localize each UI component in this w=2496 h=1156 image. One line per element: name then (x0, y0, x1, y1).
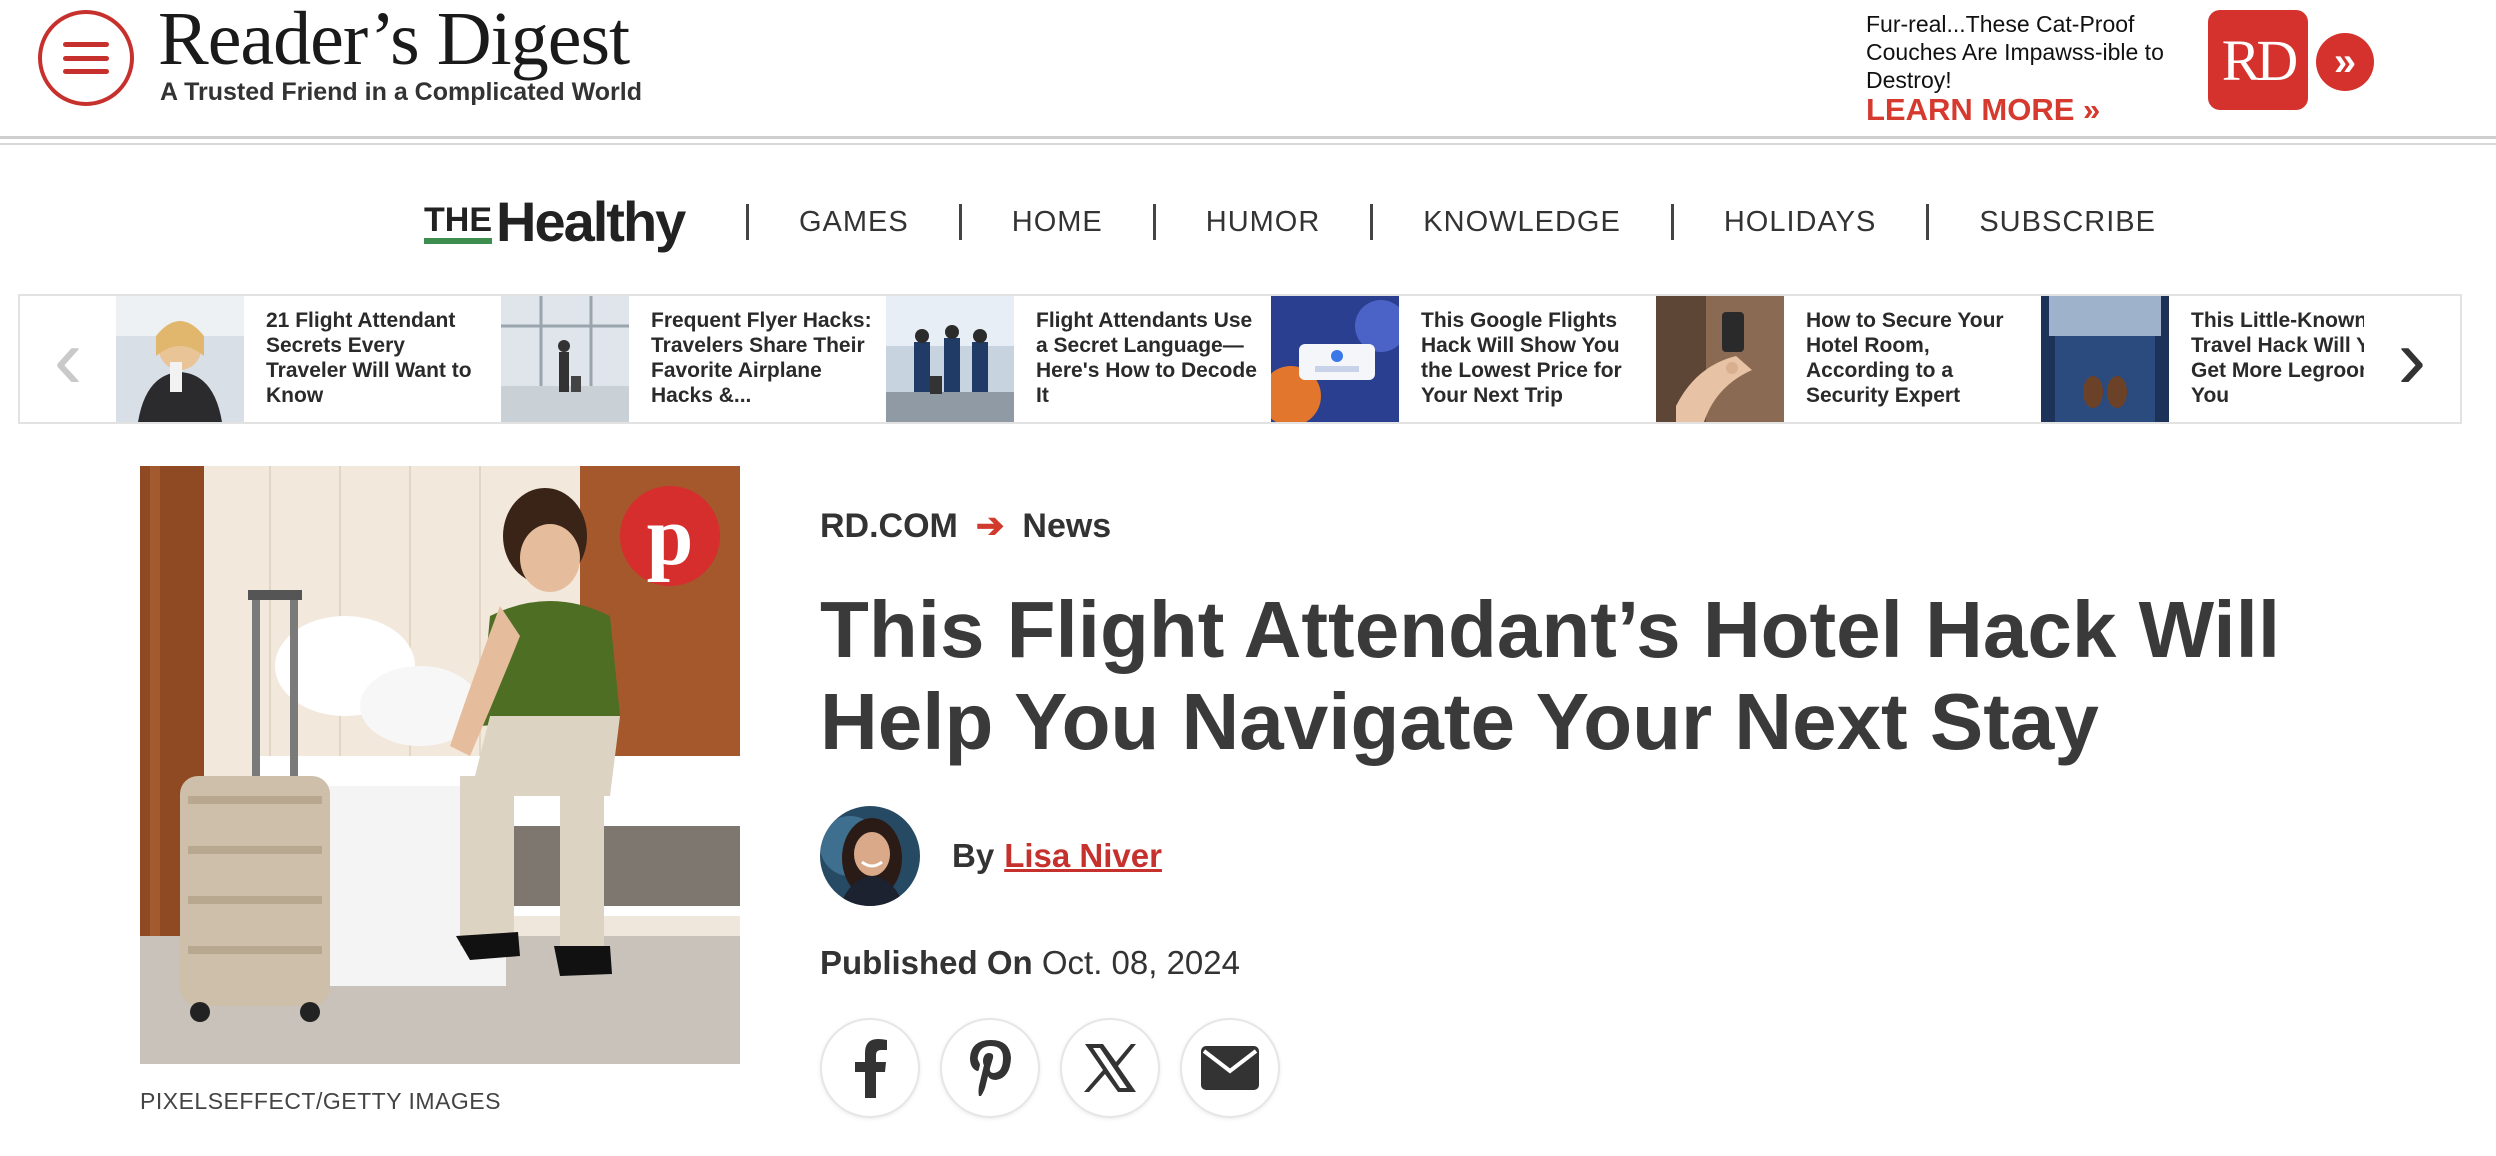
article-headline: This Flight Attendant’s Hotel Hack Will … (820, 585, 2281, 766)
breadcrumb-item-news[interactable]: News (1022, 507, 1111, 546)
ad-arrow-icon[interactable]: » (2316, 33, 2374, 91)
published-date: Published On Oct. 08, 2024 (820, 944, 1240, 982)
related-articles-carousel: 21 Flight Attendant Secrets Every Travel… (18, 294, 2462, 424)
logo-the: THE (424, 202, 492, 244)
nav-link-subscribe[interactable]: SUBSCRIBE (1929, 206, 2206, 239)
header-divider (0, 136, 2496, 139)
published-value: Oct. 08, 2024 (1041, 944, 1240, 981)
nav-link-humor[interactable]: HUMOR (1156, 206, 1371, 239)
email-icon[interactable] (1180, 1018, 1280, 1118)
carousel-card[interactable]: Frequent Flyer Hacks: Travelers Share Th… (501, 296, 886, 422)
carousel-thumbnail (1271, 296, 1399, 422)
carousel-card-title: How to Secure Your Hotel Room, According… (1806, 309, 2004, 407)
carousel-thumbnail (2041, 296, 2169, 422)
header-divider (0, 143, 2496, 145)
carousel-thumbnail (501, 296, 629, 422)
carousel-thumbnail (1656, 296, 1784, 422)
carousel-card-title: Flight Attendants Use a Secret Language—… (1036, 309, 1257, 407)
nav-link-home[interactable]: HOME (962, 206, 1153, 239)
hamburger-menu-icon[interactable] (38, 10, 134, 106)
carousel-thumbnail (886, 296, 1014, 422)
carousel-card[interactable]: How to Secure Your Hotel Room, According… (1656, 296, 2041, 422)
image-credit: PIXELSEFFECT/GETTY IMAGES (140, 1088, 501, 1114)
brand-title[interactable]: Reader’s Digest (158, 0, 630, 83)
nav-link-knowledge[interactable]: KNOWLEDGE (1373, 206, 1671, 239)
carousel-thumbnail (116, 296, 244, 422)
x-icon[interactable] (1060, 1018, 1160, 1118)
logo-word: Healthy (496, 190, 686, 253)
the-healthy-logo[interactable]: THE Healthy (424, 190, 686, 254)
section-nav: THE Healthy GAMES HOME HUMOR KNOWLEDGE H… (0, 190, 2496, 260)
brand-tagline: A Trusted Friend in a Complicated World (160, 78, 642, 106)
nav-link-games[interactable]: GAMES (749, 206, 959, 239)
nav-link-holidays[interactable]: HOLIDAYS (1674, 206, 1927, 239)
author-link[interactable]: Lisa Niver (1004, 837, 1162, 875)
facebook-icon[interactable] (820, 1018, 920, 1118)
carousel-track: 21 Flight Attendant Secrets Every Travel… (116, 296, 2426, 422)
byline: By Lisa Niver (820, 806, 1162, 906)
chevron-left-icon[interactable]: ‹ (20, 296, 116, 422)
share-buttons (820, 1018, 1300, 1118)
by-label: By (952, 837, 995, 874)
breadcrumb: RD.COM ➔ News (820, 506, 1111, 546)
arrow-right-icon: ➔ (975, 507, 1005, 545)
nav-links: GAMES HOME HUMOR KNOWLEDGE HOLIDAYS SUBS… (746, 204, 2206, 240)
chevron-right-icon[interactable]: › (2364, 296, 2460, 422)
author-avatar[interactable] (820, 806, 920, 906)
carousel-card-title: This Google Flights Hack Will Show You t… (1421, 309, 1622, 407)
published-label: Published On (820, 944, 1033, 981)
ad-text[interactable]: Fur-real...These Cat-Proof Couches Are I… (1866, 10, 2186, 94)
breadcrumb-item-rd[interactable]: RD.COM (820, 507, 958, 546)
carousel-card[interactable]: This Google Flights Hack Will Show You t… (1271, 296, 1656, 422)
rd-logo[interactable]: RD (2208, 10, 2308, 110)
site-header: Reader’s Digest A Trusted Friend in a Co… (0, 0, 2496, 140)
pinterest-icon[interactable]: p (620, 486, 720, 586)
carousel-card[interactable]: Flight Attendants Use a Secret Language—… (886, 296, 1271, 422)
pinterest-share-icon[interactable] (940, 1018, 1040, 1118)
carousel-card-title: Frequent Flyer Hacks: Travelers Share Th… (651, 309, 872, 407)
carousel-card[interactable]: 21 Flight Attendant Secrets Every Travel… (116, 296, 501, 422)
ad-learn-more-link[interactable]: LEARN MORE » (1866, 92, 2100, 128)
carousel-card-title: 21 Flight Attendant Secrets Every Travel… (266, 309, 472, 407)
